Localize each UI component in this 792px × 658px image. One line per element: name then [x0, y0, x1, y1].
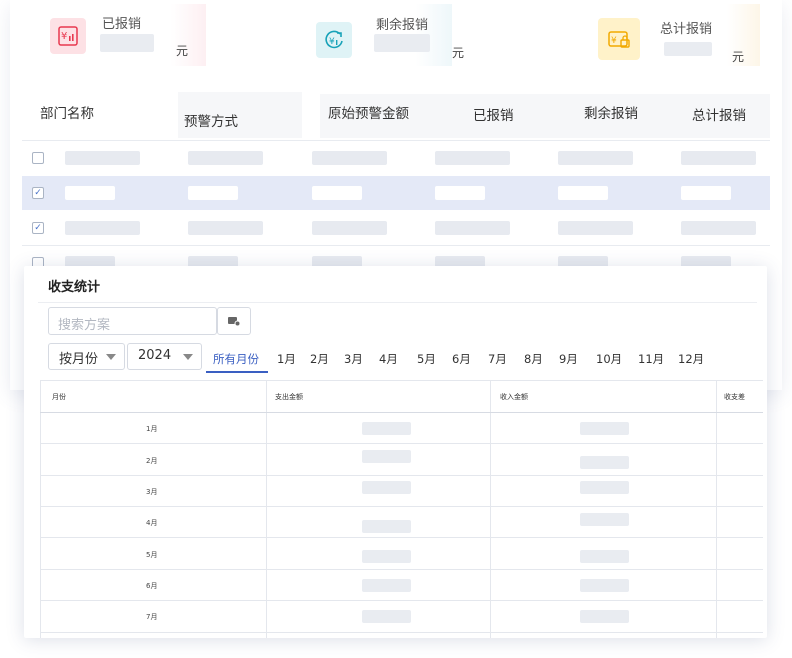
column-header[interactable]: 已报销	[473, 104, 514, 124]
stat-card-total: ¥ 总计报销 元	[594, 4, 760, 66]
stat-title: 剩余报销	[376, 18, 429, 33]
column-header[interactable]: 总计报销	[692, 104, 746, 124]
tab-month[interactable]: 7月	[488, 351, 507, 367]
row-checkbox[interactable]	[32, 152, 44, 164]
column-header: 月份	[52, 393, 66, 401]
tab-month[interactable]: 12月	[678, 351, 704, 367]
month-cell: 5月	[146, 551, 158, 559]
column-header[interactable]: 预警方式	[184, 110, 238, 130]
period-select-value: 按月份	[59, 352, 99, 367]
row-checkbox-checked[interactable]: ✓	[32, 222, 44, 234]
stat-value-placeholder	[100, 34, 154, 52]
svg-text:¥: ¥	[61, 31, 67, 42]
row-checkbox-checked[interactable]: ✓	[32, 187, 44, 199]
column-header: 收入金额	[500, 393, 528, 401]
svg-text:¥: ¥	[611, 36, 617, 46]
month-cell: 4月	[146, 519, 158, 527]
divider	[38, 302, 757, 303]
table-row-selected[interactable]: ✓	[22, 176, 770, 210]
active-tab-indicator	[206, 371, 268, 373]
stat-unit: 元	[452, 46, 465, 60]
search-settings-icon	[228, 317, 241, 327]
stat-title: 总计报销	[660, 22, 713, 37]
tab-month[interactable]: 4月	[379, 351, 398, 367]
table-header: 部门名称 预警方式 原始预警金额 已报销 剩余报销 总计报销	[22, 86, 782, 142]
tab-month[interactable]: 2月	[310, 351, 329, 367]
tab-month[interactable]: 9月	[559, 351, 578, 367]
month-cell: 3月	[146, 488, 158, 496]
table-row[interactable]: ✓	[22, 211, 770, 245]
column-header: 支出金额	[275, 393, 303, 401]
tab-all-months[interactable]: 所有月份	[213, 351, 259, 367]
stat-unit: 元	[732, 50, 745, 64]
income-expense-panel: 收支统计 搜索方案 按月份 2024 所有月份 1月 2月 3月 4月 5月 6…	[24, 266, 767, 638]
column-header[interactable]: 剩余报销	[584, 102, 638, 122]
stat-card-remaining: ¥ 剩余报销 元	[306, 4, 464, 66]
tab-month[interactable]: 10月	[596, 351, 622, 367]
chevron-down-icon	[106, 354, 116, 360]
month-cell: 6月	[146, 582, 158, 590]
tab-month[interactable]: 1月	[277, 351, 296, 367]
column-header[interactable]: 原始预警金额	[328, 102, 409, 122]
period-select[interactable]: 按月份	[48, 343, 125, 370]
stat-value-placeholder	[664, 42, 712, 56]
year-select[interactable]: 2024	[127, 343, 202, 370]
yuan-lock-icon: ¥	[598, 18, 640, 60]
tab-month[interactable]: 5月	[417, 351, 436, 367]
stat-title: 已报销	[102, 17, 142, 32]
chevron-down-icon	[183, 354, 193, 360]
tab-month[interactable]: 8月	[524, 351, 543, 367]
stat-unit: 元	[176, 44, 189, 58]
tab-month[interactable]: 3月	[344, 351, 363, 367]
search-input[interactable]: 搜索方案	[48, 307, 217, 335]
tab-month[interactable]: 11月	[638, 351, 664, 367]
column-header[interactable]: 部门名称	[40, 102, 94, 122]
year-select-value: 2024	[138, 348, 172, 363]
month-cell: 7月	[146, 613, 158, 621]
svg-text:¥: ¥	[329, 37, 335, 47]
yuan-refresh-icon: ¥	[316, 22, 352, 58]
yuan-chart-icon: ¥	[50, 18, 86, 54]
column-header: 收支差	[724, 393, 745, 401]
tab-month[interactable]: 6月	[452, 351, 471, 367]
stat-value-placeholder	[374, 34, 430, 52]
table-row[interactable]	[22, 141, 770, 175]
stat-card-reimbursed: ¥ 已报销 元	[30, 4, 206, 66]
panel-title: 收支统计	[48, 280, 101, 295]
month-cell: 1月	[146, 425, 158, 433]
month-cell: 2月	[146, 457, 158, 465]
search-button[interactable]	[217, 307, 251, 335]
